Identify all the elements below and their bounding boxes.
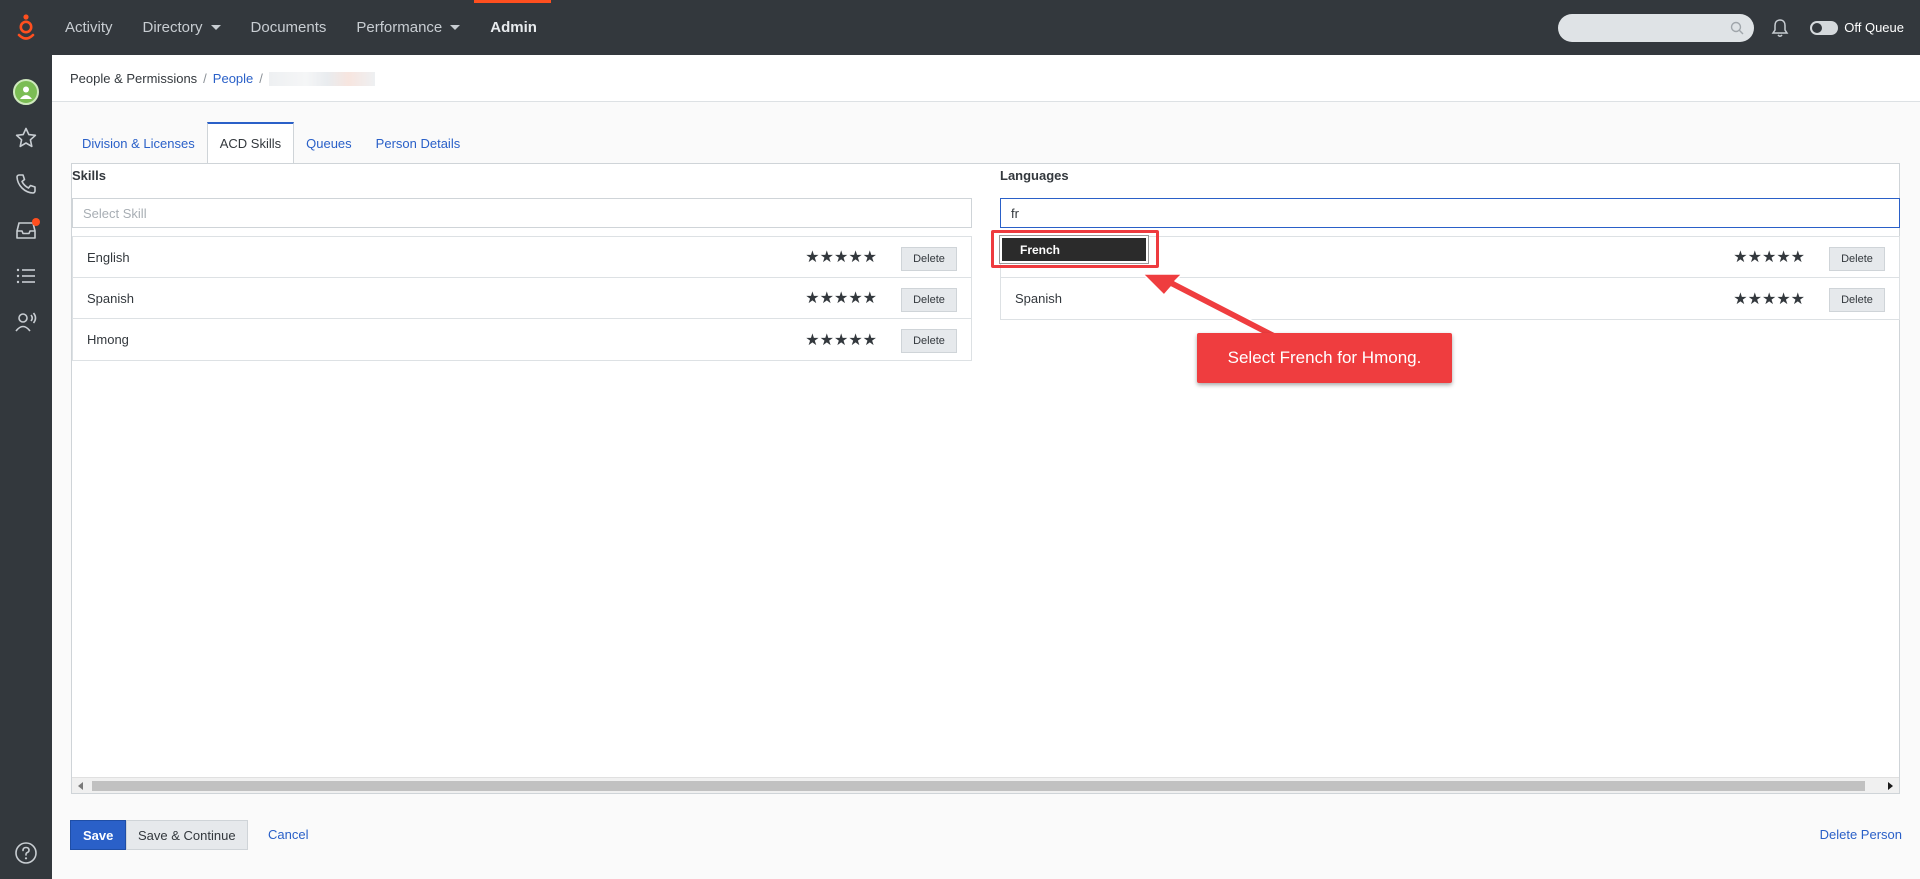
tab-acd-skills[interactable]: ACD Skills — [206, 122, 295, 164]
scroll-left-arrow-icon[interactable] — [78, 782, 83, 790]
queue-status-label: Off Queue — [1844, 20, 1904, 35]
global-search-input[interactable] — [1558, 13, 1755, 42]
table-row: Spanish ★★★★★ Delete — [73, 278, 971, 319]
nav-directory[interactable]: Directory — [143, 0, 221, 55]
nav-activity[interactable]: Activity — [65, 0, 113, 55]
contacts-icon — [15, 312, 37, 332]
breadcrumb-separator: / — [259, 71, 263, 86]
nav-admin[interactable]: Admin — [474, 0, 551, 55]
breadcrumb: People & Permissions / People / — [70, 71, 375, 86]
chevron-down-icon — [450, 25, 461, 30]
rail-contacts[interactable] — [0, 299, 52, 345]
chevron-down-icon — [210, 25, 221, 30]
skill-name: Spanish — [87, 290, 134, 306]
nav-activity-label: Activity — [65, 19, 113, 36]
delete-skill-button[interactable]: Delete — [901, 288, 957, 312]
breadcrumb-people-link[interactable]: People — [213, 71, 253, 86]
annotation-highlight-box — [991, 230, 1159, 268]
left-rail — [0, 55, 52, 879]
horizontal-scrollbar[interactable] — [72, 777, 1899, 793]
language-name: Spanish — [1015, 291, 1062, 306]
nav-performance[interactable]: Performance — [356, 0, 461, 55]
annotation-callout: Select French for Hmong. — [1197, 333, 1452, 383]
help-icon — [15, 842, 37, 864]
select-language-input[interactable] — [1000, 198, 1900, 228]
skills-list: English ★★★★★ Delete Spanish ★★★★★ Delet… — [72, 236, 972, 361]
rail-favorites[interactable] — [0, 115, 52, 161]
delete-language-button[interactable]: Delete — [1829, 247, 1885, 271]
nav-performance-label: Performance — [356, 19, 443, 36]
genesys-logo-icon[interactable] — [0, 0, 52, 55]
skill-name: English — [87, 249, 130, 265]
rail-list[interactable] — [0, 253, 52, 299]
main-content: People & Permissions / People / Division… — [52, 55, 1920, 879]
nav-documents[interactable]: Documents — [251, 0, 327, 55]
footer-actions: Save Save & Continue Cancel Delete Perso… — [70, 820, 1902, 852]
nav-directory-label: Directory — [142, 19, 203, 36]
delete-skill-button[interactable]: Delete — [901, 329, 957, 353]
skills-title: Skills — [72, 168, 106, 183]
delete-person-link[interactable]: Delete Person — [1820, 827, 1902, 842]
nav-admin-label: Admin — [490, 19, 537, 36]
notification-badge — [32, 218, 40, 226]
bell-icon[interactable] — [1768, 16, 1792, 40]
skill-rating-stars[interactable]: ★★★★★ — [805, 288, 877, 308]
phone-icon — [16, 174, 36, 194]
list-icon — [16, 268, 35, 284]
skill-rating-stars[interactable]: ★★★★★ — [805, 330, 877, 350]
main-nav: Activity Directory Documents Performance… — [65, 0, 567, 55]
rail-help[interactable] — [0, 837, 52, 869]
tab-queues[interactable]: Queues — [294, 123, 364, 163]
table-row: Hmong ★★★★★ Delete — [73, 319, 971, 360]
skill-name: Hmong — [87, 332, 129, 347]
select-skill-input[interactable] — [72, 198, 972, 228]
person-tabs: Division & Licenses ACD Skills Queues Pe… — [70, 122, 473, 164]
table-row: English ★★★★★ Delete — [73, 237, 971, 278]
language-rating-stars[interactable]: ★★★★★ — [1733, 289, 1805, 309]
skill-rating-stars[interactable]: ★★★★★ — [805, 247, 877, 267]
breadcrumb-person-name-redacted — [268, 71, 375, 86]
annotation-callout-text: Select French for Hmong. — [1227, 348, 1422, 367]
save-continue-button[interactable]: Save & Continue — [126, 820, 248, 850]
cancel-link[interactable]: Cancel — [268, 827, 308, 842]
acd-skills-panel: Skills English ★★★★★ Delete Spanish ★★★★… — [71, 163, 1900, 794]
search-icon — [1731, 21, 1744, 34]
rail-inbox[interactable] — [0, 207, 52, 253]
delete-language-button[interactable]: Delete — [1829, 288, 1885, 312]
top-navigation-bar: Activity Directory Documents Performance… — [0, 0, 1920, 55]
table-row: Spanish ★★★★★ Delete — [1001, 278, 1899, 319]
languages-title: Languages — [1000, 168, 1069, 183]
rail-phone[interactable] — [0, 161, 52, 207]
breadcrumb-separator: / — [203, 71, 207, 86]
breadcrumb-root: People & Permissions — [70, 71, 198, 86]
rail-profile[interactable] — [0, 69, 52, 115]
tab-division-licenses[interactable]: Division & Licenses — [70, 123, 207, 163]
nav-documents-label: Documents — [250, 19, 327, 36]
scrollbar-thumb[interactable] — [92, 781, 1865, 791]
topbar-right: Off Queue — [1558, 0, 1920, 55]
language-rating-stars[interactable]: ★★★★★ — [1733, 247, 1805, 267]
queue-toggle[interactable] — [1810, 20, 1839, 35]
delete-skill-button[interactable]: Delete — [901, 247, 957, 271]
scroll-right-arrow-icon[interactable] — [1888, 782, 1893, 790]
save-button[interactable]: Save — [70, 820, 127, 850]
star-icon — [15, 127, 37, 148]
avatar-icon — [13, 79, 39, 105]
tab-person-details[interactable]: Person Details — [364, 123, 473, 163]
